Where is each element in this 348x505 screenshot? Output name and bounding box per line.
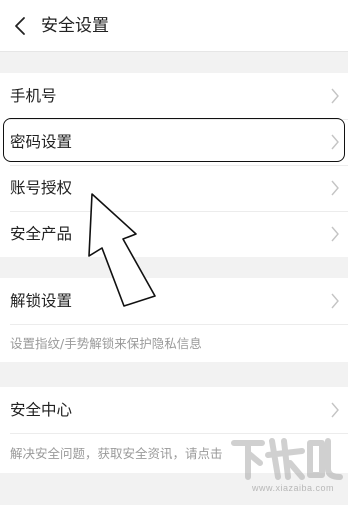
menu-item-account-authorization[interactable]: 账号授权 (0, 165, 348, 211)
menu-item-label: 安全中心 (10, 401, 73, 419)
menu-item-unlock-settings[interactable]: 解锁设置 (0, 278, 348, 324)
menu-item-label: 密码设置 (10, 133, 73, 151)
menu-item-label: 安全产品 (10, 225, 73, 243)
menu-item-phone[interactable]: 手机号 (0, 73, 348, 119)
chevron-right-icon (331, 88, 339, 104)
account-security-group: 手机号 密码设置 账号授权 安全产品 (0, 73, 348, 257)
chevron-right-icon (331, 180, 339, 196)
page-title: 安全设置 (41, 16, 109, 36)
security-center-caption: 解决安全问题，获取安全资讯，请点击 (10, 446, 223, 461)
unlock-settings-group: 解锁设置 设置指纹/手势解锁来保护隐私信息 (0, 278, 348, 362)
menu-item-label: 手机号 (10, 87, 57, 105)
unlock-settings-caption: 设置指纹/手势解锁来保护隐私信息 (10, 336, 202, 351)
top-bar: 安全设置 (0, 0, 348, 52)
chevron-right-icon (331, 226, 339, 242)
watermark-url: www.xiazaiba.com (251, 483, 334, 493)
divider (10, 433, 348, 434)
menu-item-security-center[interactable]: 安全中心 (0, 387, 348, 433)
divider (10, 324, 348, 325)
back-button[interactable] (4, 8, 36, 44)
security-center-group: 安全中心 解决安全问题，获取安全资讯，请点击 (0, 387, 348, 473)
menu-item-label: 解锁设置 (10, 292, 73, 310)
menu-item-security-products[interactable]: 安全产品 (0, 211, 348, 257)
menu-item-label: 账号授权 (10, 179, 73, 197)
chevron-right-icon (331, 402, 339, 418)
chevron-right-icon (331, 293, 339, 309)
menu-item-password[interactable]: 密码设置 (0, 119, 348, 165)
chevron-right-icon (331, 134, 339, 150)
chevron-left-icon (15, 17, 25, 35)
